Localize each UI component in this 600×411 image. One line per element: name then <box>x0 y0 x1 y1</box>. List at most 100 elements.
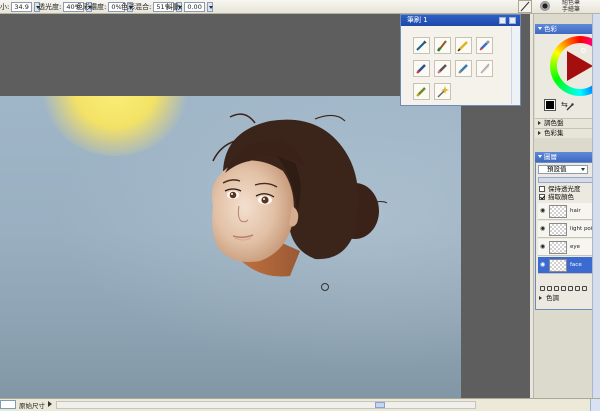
layer-row-face[interactable]: ◉ face <box>538 257 599 274</box>
brush-tools-palette: 筆刷 1 <box>400 14 521 106</box>
status-text: 原始尺寸 <box>19 402 45 410</box>
jitter-control[interactable]: 抖動: 0.00 <box>166 1 213 13</box>
pen-icon <box>416 40 427 51</box>
layer-thumbnail <box>549 241 567 254</box>
crayon-icon <box>416 87 426 97</box>
document-canvas[interactable] <box>0 96 461 398</box>
airbrush-tool[interactable] <box>476 37 493 54</box>
layer-mask-icon[interactable] <box>547 285 552 291</box>
layer-name: face <box>570 262 582 268</box>
color-panel-header[interactable]: 色彩 <box>535 24 600 34</box>
zoom-field[interactable] <box>0 400 16 409</box>
brush-icon <box>436 40 447 52</box>
color-concentration-label: 色彩濃度: <box>76 3 107 11</box>
preserve-transparency-checkbox[interactable]: 保持透光度 <box>539 185 581 193</box>
special-brush-tool[interactable] <box>434 83 451 100</box>
brush-stroke-button[interactable] <box>518 0 532 13</box>
layer-thumbnail <box>549 223 567 236</box>
checkbox-box[interactable] <box>539 186 545 192</box>
tools-palette-title: 筆刷 1 <box>407 16 428 24</box>
close-icon[interactable] <box>509 17 516 24</box>
layer-group-icon[interactable] <box>554 285 559 291</box>
brush-options-bar: 小: 34.9 透光度: 40% 色彩濃度: 0% 色彩混合: 51% 抖動: … <box>0 0 600 14</box>
pick-up-color-checkbox[interactable]: 描取顏色 <box>539 193 574 201</box>
calligraphy-tool[interactable] <box>476 60 493 77</box>
expand-arrow-icon[interactable] <box>539 296 542 300</box>
layer-row-hair[interactable]: ◉ hair <box>538 203 599 220</box>
layer-options-strip[interactable] <box>538 177 599 183</box>
layers-panel-title: 圖層 <box>544 153 557 161</box>
new-layer-icon[interactable] <box>540 285 545 291</box>
opacity-label: 透光度: <box>38 3 62 11</box>
brush-tool[interactable] <box>434 37 451 54</box>
brush-type-icon[interactable] <box>540 1 550 11</box>
layer-thumbnail <box>549 259 567 272</box>
brush-type-label-2: 手繪筆 <box>562 5 581 13</box>
checkbox-box[interactable] <box>539 194 545 200</box>
horizontal-scrollbar[interactable] <box>56 401 476 409</box>
tools-grid <box>413 37 497 106</box>
eraser-icon <box>437 64 447 74</box>
pencil-icon <box>457 41 468 52</box>
palette-label: 調色盤 <box>544 119 564 127</box>
layer-merge-icon[interactable] <box>575 285 580 291</box>
airbrush-icon <box>479 40 490 51</box>
tone-section-row[interactable]: 色調 <box>539 294 559 302</box>
calligraphy-icon <box>480 63 490 74</box>
jitter-field[interactable]: 0.00 <box>184 2 205 12</box>
size-field[interactable]: 34.9 <box>11 2 32 12</box>
color-panel-title: 色彩 <box>544 25 557 33</box>
color-panel: ⇆ <box>535 34 600 118</box>
saturation-triangle[interactable] <box>567 51 593 81</box>
brush-cursor <box>321 283 329 291</box>
crayon-tool[interactable] <box>413 83 430 100</box>
layer-link-icon[interactable] <box>561 285 566 291</box>
jitter-dropdown-icon[interactable] <box>206 2 213 12</box>
color-set-label: 色彩集 <box>544 129 564 137</box>
color-set-row[interactable]: 色彩集 <box>535 128 600 138</box>
minimize-icon[interactable] <box>499 17 506 24</box>
pen-tool[interactable] <box>413 37 430 54</box>
layer-tool-buttons <box>538 283 599 293</box>
color-picker-marker[interactable] <box>581 48 586 53</box>
dock-splitter[interactable] <box>530 14 534 398</box>
status-menu-arrow-icon[interactable] <box>48 401 52 407</box>
delete-layer-icon[interactable] <box>582 285 587 291</box>
layer-row-eye[interactable]: ◉ eye <box>538 239 599 256</box>
eraser-tool[interactable] <box>434 60 451 77</box>
tools-palette-titlebar[interactable]: 筆刷 1 <box>401 15 520 26</box>
special-brush-icon <box>437 86 449 98</box>
foreground-color-swatch[interactable] <box>544 99 556 111</box>
size-label: 小: <box>0 3 10 11</box>
pencil-tool[interactable] <box>455 37 472 54</box>
blender-icon <box>458 64 468 74</box>
visibility-eye-icon[interactable]: ◉ <box>540 244 546 250</box>
tone-label: 色調 <box>546 294 559 302</box>
visibility-eye-icon[interactable]: ◉ <box>540 226 546 232</box>
stroke-icon <box>520 1 530 12</box>
layers-panel-header[interactable]: 圖層 <box>535 152 600 162</box>
layers-panel: 預設值 保持透光度 描取顏色 ◉ hair ◉ light point ◉ ey… <box>535 162 600 310</box>
layer-thumbnail <box>549 205 567 218</box>
jitter-label: 抖動: <box>166 3 183 11</box>
tools-palette-scrollbar[interactable] <box>511 27 519 104</box>
layer-effect-icon[interactable] <box>568 285 573 291</box>
marker-tool[interactable] <box>413 60 430 77</box>
eyedropper-icon[interactable] <box>566 103 574 111</box>
blend-mode-select[interactable]: 預設值 <box>538 165 588 174</box>
scrollbar-thumb[interactable] <box>375 402 385 408</box>
layer-name: eye <box>570 244 581 250</box>
visibility-eye-icon[interactable]: ◉ <box>540 262 546 268</box>
color-mix-label: 色彩混合: <box>121 3 152 11</box>
marker-icon <box>416 64 426 74</box>
visibility-eye-icon[interactable]: ◉ <box>540 208 546 214</box>
brush-type-labels: 組色筆 手繪筆 <box>562 0 580 13</box>
blender-tool[interactable] <box>455 60 472 77</box>
layer-name: hair <box>570 208 581 214</box>
layer-row-light-point[interactable]: ◉ light point <box>538 221 599 238</box>
palette-row[interactable]: 調色盤 <box>535 118 600 128</box>
corner-scroll-button[interactable] <box>590 399 600 411</box>
status-bar: 原始尺寸 <box>0 398 600 411</box>
size-control[interactable]: 小: 34.9 <box>0 1 40 13</box>
dock-vertical-scrollbar[interactable] <box>592 14 600 398</box>
